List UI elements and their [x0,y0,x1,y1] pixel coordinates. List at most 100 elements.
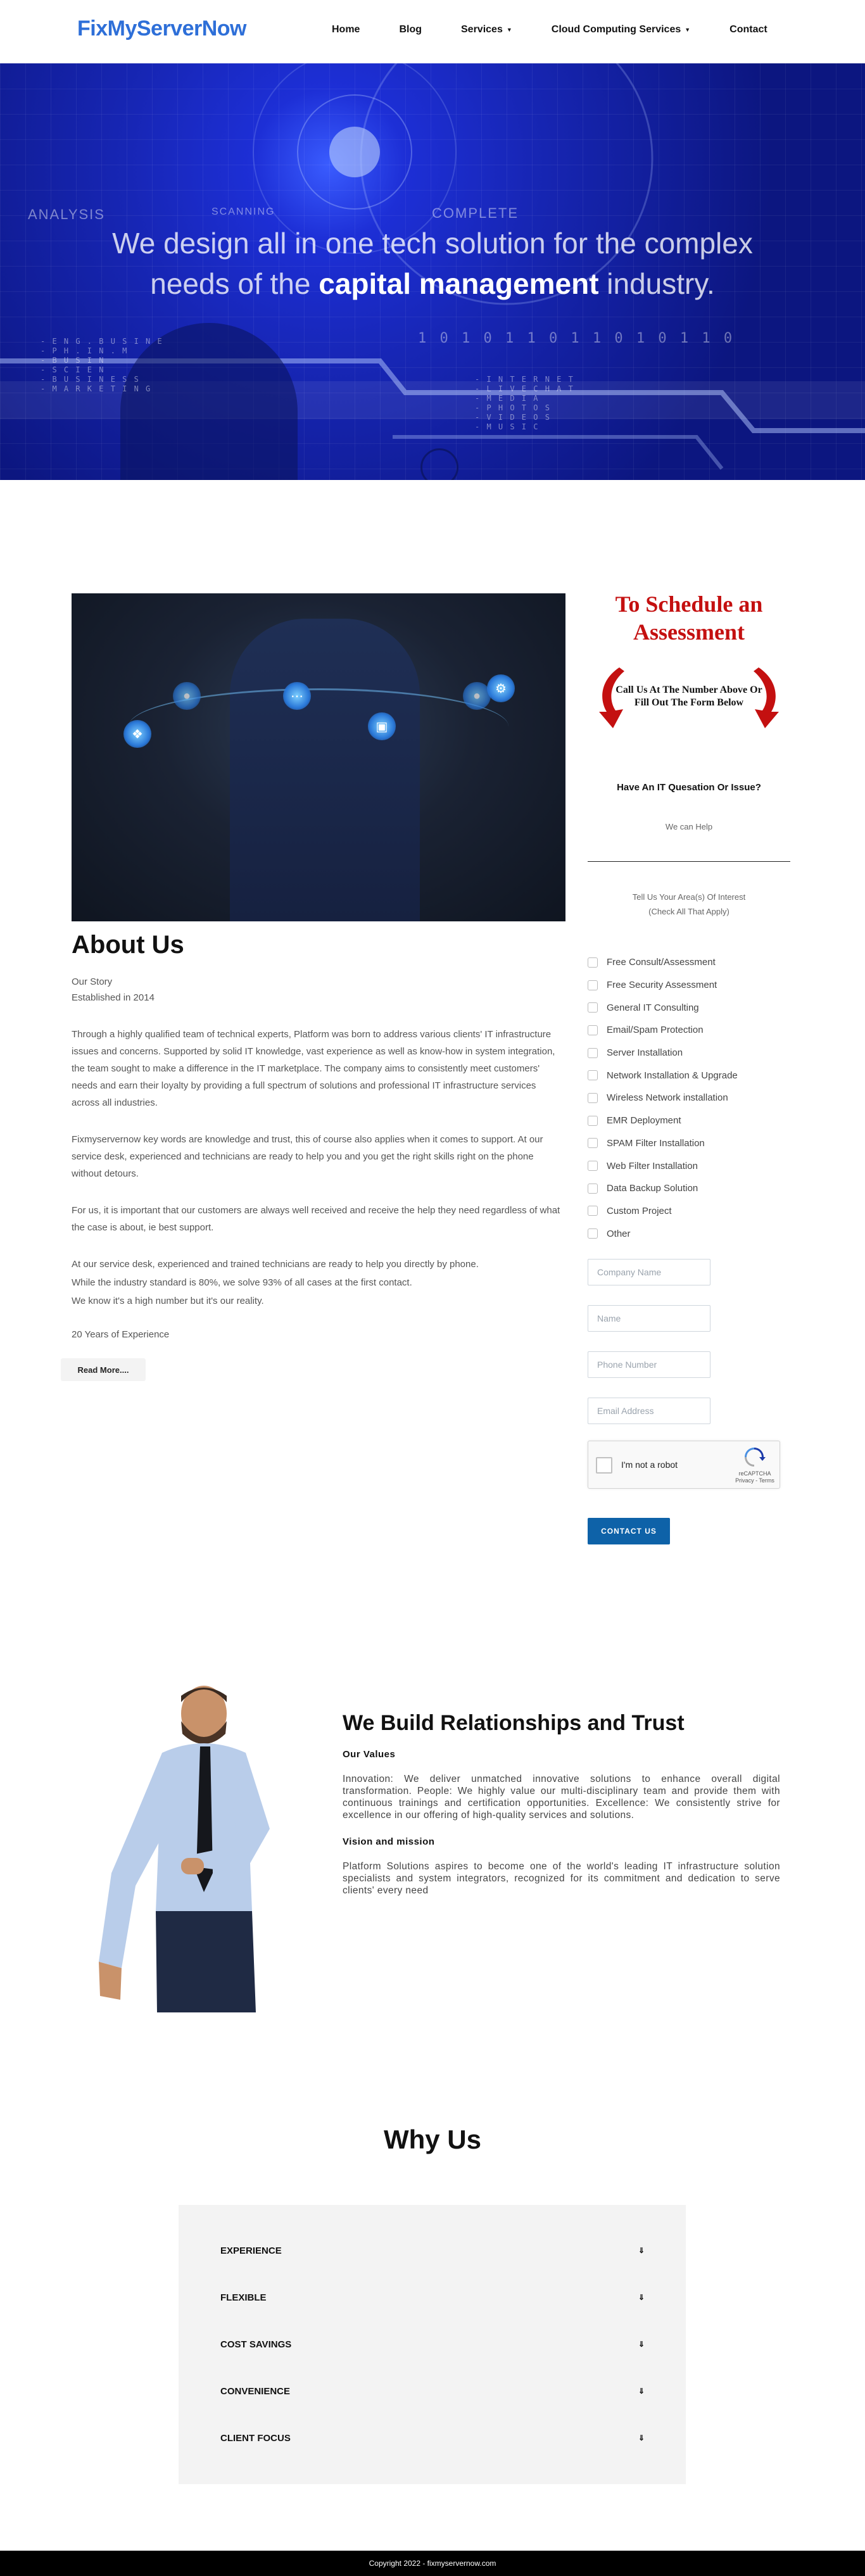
hero-label-complete: COMPLETE [432,205,519,221]
option-label: Server Installation [607,1047,683,1059]
interest-heading: Tell Us Your Area(s) Of Interest (Check … [588,890,790,919]
vision-text: Platform Solutions aspires to become one… [343,1861,780,1896]
option-email-spam[interactable]: Email/Spam Protection [588,1019,790,1042]
hero-list-item: - M U S I C [475,422,540,431]
option-free-security[interactable]: Free Security Assessment [588,974,790,997]
hero-banner: ANALYSIS SCANNING COMPLETE 1 0 1 0 1 1 0… [0,63,865,480]
option-emr[interactable]: EMR Deployment [588,1109,790,1132]
option-web-filter[interactable]: Web Filter Installation [588,1154,790,1177]
nav-contact-label: Contact [729,24,767,35]
option-free-consult[interactable]: Free Consult/Assessment [588,951,790,974]
checkbox[interactable] [588,1047,598,1058]
option-label: Other [607,1228,631,1239]
checkbox[interactable] [588,1138,598,1149]
hero-list-item: - B U S I N E S S [41,375,140,384]
chevron-down-icon: ▼ [685,27,691,33]
hero-label-analysis: ANALYSIS [28,206,105,222]
recaptcha-widget: I'm not a robot reCAPTCHA Privacy - Term… [588,1441,780,1489]
nav-home[interactable]: Home [332,24,360,35]
checkbox[interactable] [588,1161,598,1171]
nav-cloud-computing[interactable]: Cloud Computing Services ▼ [552,24,690,35]
hero-list-item: - V I D E O S [475,413,551,422]
site-logo[interactable]: FixMyServerNow [77,16,247,41]
about-paragraph-1: Through a highly qualified team of techn… [72,1029,555,1108]
chevron-double-down-icon: ⇓ [638,2293,645,2302]
email-field[interactable] [588,1398,710,1424]
hero-label-scanning: SCANNING [212,206,275,217]
page: FixMyServerNow Home Blog Services ▼ Cloud… [0,0,865,2576]
nav-blog-label: Blog [399,24,422,35]
chevron-double-down-icon: ⇓ [638,2340,645,2349]
option-server-install[interactable]: Server Installation [588,1042,790,1064]
contact-us-button[interactable]: CONTACT US [588,1518,670,1544]
checkbox[interactable] [588,957,598,968]
option-custom-project[interactable]: Custom Project [588,1200,790,1223]
checkbox[interactable] [588,1183,598,1194]
nav-services[interactable]: Services ▼ [461,24,512,35]
phone-field[interactable] [588,1351,710,1378]
option-label: Data Backup Solution [607,1183,698,1194]
hero-list-item: - M A R K E T I N G [41,384,152,393]
option-general-it[interactable]: General IT Consulting [588,996,790,1019]
businessman-photo [99,1686,270,2012]
businessman-silhouette [230,619,420,921]
accordion-label: EXPERIENCE [220,2245,282,2256]
option-label: Email/Spam Protection [607,1025,704,1036]
about-paragraph-3: For us, it is important that our custome… [72,1205,560,1233]
hero-list-left: - E N G . B U S I N E - P H . I N . M - … [41,337,163,394]
chevron-double-down-icon: ⇓ [638,2434,645,2442]
recaptcha-brand-block: reCAPTCHA Privacy - Terms [733,1470,777,1484]
company-name-field[interactable] [588,1259,710,1285]
accordion-label: FLEXIBLE [220,2292,267,2303]
checkbox[interactable] [588,1070,598,1081]
hero-line-2-post: industry. [598,267,715,300]
hero-line-2-bold: capital management [319,267,599,300]
nav-contact[interactable]: Contact [729,24,767,35]
accordion-item-convenience[interactable]: CONVENIENCE ⇓ [220,2385,645,2397]
option-network-install[interactable]: Network Installation & Upgrade [588,1064,790,1087]
why-us-accordion: EXPERIENCE ⇓ FLEXIBLE ⇓ COST SAVINGS ⇓ CONV… [179,2205,686,2484]
about-established: Established in 2014 [72,992,155,1003]
recaptcha-links[interactable]: Privacy - Terms [733,1477,777,1484]
option-other[interactable]: Other [588,1222,790,1245]
interest-options: Free Consult/Assessment Free Security As… [588,951,790,1245]
checkbox[interactable] [588,1025,598,1035]
name-field[interactable] [588,1305,710,1332]
accordion-item-experience[interactable]: EXPERIENCE ⇓ [220,2244,645,2257]
site-header: FixMyServerNow Home Blog Services ▼ Cloud… [0,0,865,63]
site-footer: Copyright 2022 - fixmyservernow.com [0,2551,865,2576]
hero-line-2-pre: needs of the [150,267,319,300]
option-label: Free Consult/Assessment [607,957,716,968]
about-p4-line: At our service desk, experienced and tra… [72,1259,479,1270]
hero-binary-text: 1 0 1 0 1 1 0 1 1 0 1 0 1 1 0 [418,331,735,346]
checkbox[interactable] [588,1206,598,1216]
read-more-button[interactable]: Read More.... [61,1358,146,1381]
vision-heading: Vision and mission [343,1836,435,1847]
about-p4-line: While the industry standard is 80%, we s… [72,1277,412,1288]
accordion-label: CLIENT FOCUS [220,2432,291,2444]
hero-list-item: - M E D I A [475,394,540,403]
checkbox[interactable] [588,1228,598,1239]
hero-line-2: needs of the capital management industry… [0,263,865,304]
accordion-item-client-focus[interactable]: CLIENT FOCUS ⇓ [220,2432,645,2444]
hero-list-right: - I N T E R N E T - L I V E C H A T - M … [475,375,574,432]
recaptcha-checkbox[interactable] [596,1457,612,1474]
nav-blog[interactable]: Blog [399,24,422,35]
schedule-title: To Schedule an Assessment [615,591,763,645]
hero-list-item: - S C I E N [41,365,105,374]
option-wireless[interactable]: Wireless Network installation [588,1087,790,1109]
form-question: Have An IT Quesation Or Issue? [617,782,761,793]
puzzle-icon: ❖ [123,720,151,748]
checkbox[interactable] [588,980,598,990]
option-label: Custom Project [607,1205,672,1216]
option-data-backup[interactable]: Data Backup Solution [588,1177,790,1200]
schedule-subtitle: Call Us At The Number Above Or Fill Out … [616,685,762,708]
accordion-item-flexible[interactable]: FLEXIBLE ⇓ [220,2291,645,2304]
checkbox[interactable] [588,1002,598,1013]
checkbox[interactable] [588,1115,598,1126]
option-spam-filter[interactable]: SPAM Filter Installation [588,1132,790,1155]
accordion-item-cost-savings[interactable]: COST SAVINGS ⇓ [220,2338,645,2351]
about-image: ❖ ● ⋯ ▣ ● ⚙ [72,593,565,921]
checkbox[interactable] [588,1092,598,1103]
chevron-double-down-icon: ⇓ [638,2387,645,2396]
